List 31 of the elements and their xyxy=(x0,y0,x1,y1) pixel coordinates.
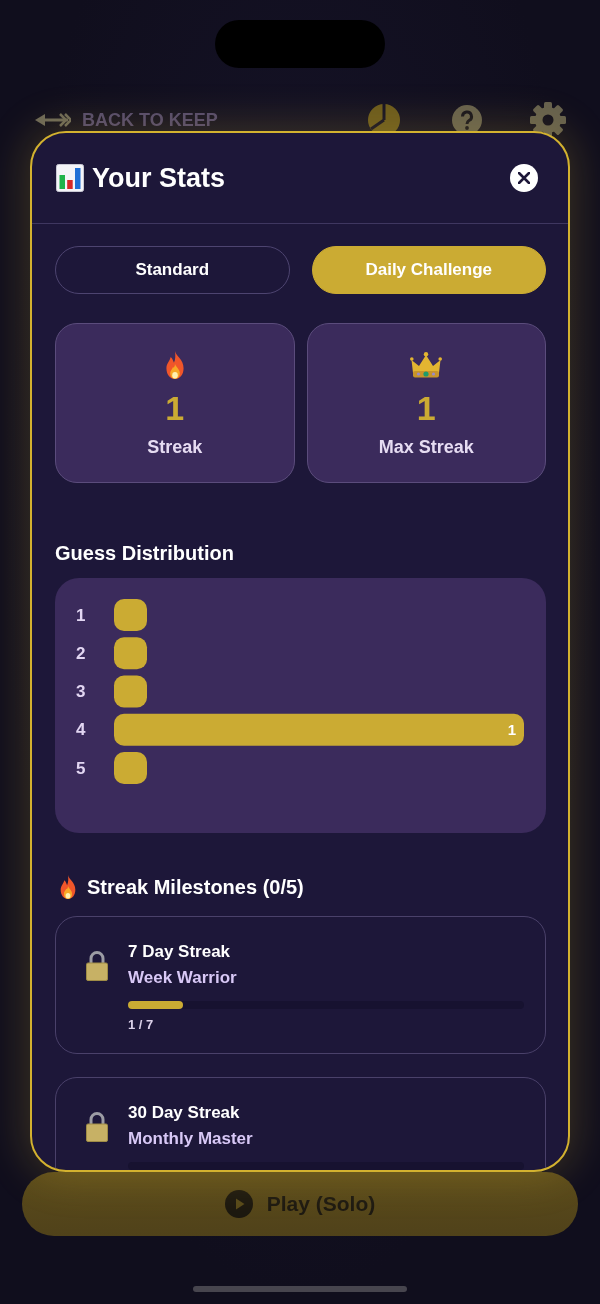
stat-value: 1 xyxy=(165,388,185,428)
play-button[interactable]: Play (Solo) xyxy=(22,1172,578,1236)
guess-number-label: 2 xyxy=(76,643,86,663)
milestone-subtitle: Week Warrior xyxy=(128,967,237,989)
back-link[interactable]: BACK TO KEEP xyxy=(35,109,218,131)
play-icon xyxy=(224,1190,253,1218)
guess-number-label: 3 xyxy=(76,682,86,701)
bar-chart-icon xyxy=(56,164,84,192)
distribution-bar xyxy=(114,637,147,670)
section-heading: Guess Distribution xyxy=(55,541,235,565)
progress-text: 1 / 7 xyxy=(128,1017,154,1033)
close-icon xyxy=(518,172,530,184)
guess-number-label: 5 xyxy=(76,758,86,778)
crown-icon xyxy=(410,350,443,380)
milestone-title: 7 Day Streak xyxy=(128,941,231,963)
section-heading: Streak Milestones (0/5) xyxy=(87,875,304,899)
milestone-title: 30 Day Streak xyxy=(128,1102,240,1124)
stat-label: Max Streak xyxy=(378,436,474,458)
modal-title: Your Stats xyxy=(92,162,226,194)
distribution-bar xyxy=(114,752,147,784)
arrow-icon xyxy=(35,112,71,128)
guess-number-label: 1 xyxy=(76,605,86,625)
guess-number-label: 4 xyxy=(76,720,86,740)
stat-label: Streak xyxy=(147,436,203,458)
close-button[interactable] xyxy=(510,164,538,192)
bar-value-label: 1 xyxy=(507,721,516,739)
tab[interactable]: Daily Challenge xyxy=(311,246,546,294)
stat-value: 1 xyxy=(416,388,436,428)
milestone-subtitle: Monthly Master xyxy=(128,1128,253,1150)
distribution-bar xyxy=(114,675,147,708)
distribution-bar xyxy=(114,599,147,631)
